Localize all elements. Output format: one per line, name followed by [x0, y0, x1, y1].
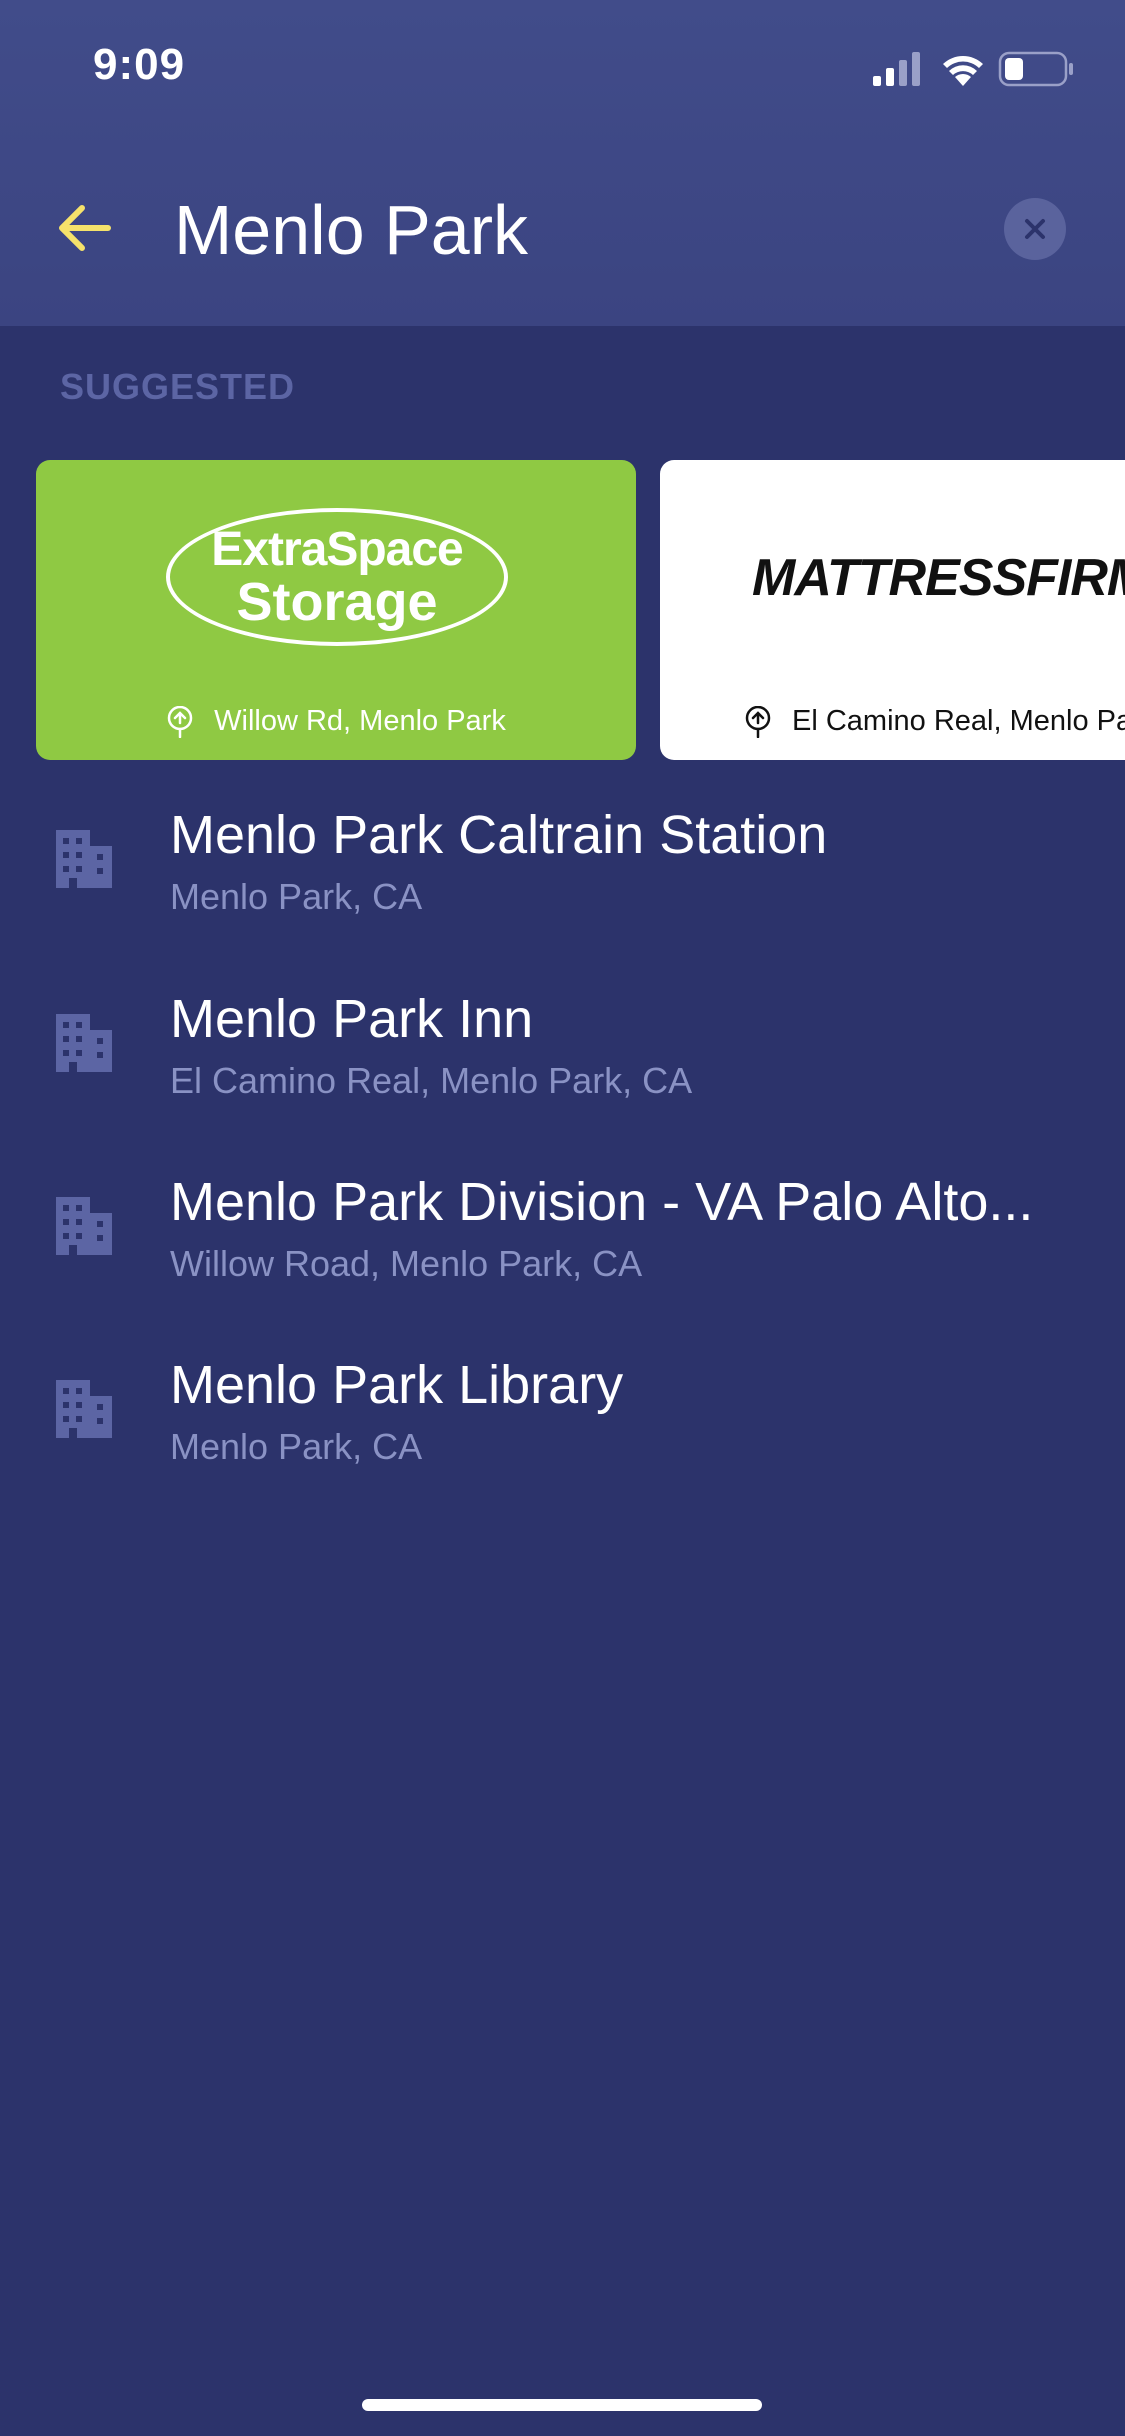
result-title: Menlo Park Library: [170, 1355, 624, 1415]
home-indicator[interactable]: [362, 2399, 762, 2411]
clear-search-button[interactable]: [1004, 198, 1066, 260]
building-icon: [56, 1380, 112, 1438]
suggested-card-mattressfirm[interactable]: MATTRESSFIRM El Camino Real, Menlo Park: [660, 460, 1125, 760]
wifi-icon: [943, 56, 983, 86]
building-icon: [56, 830, 112, 888]
result-subtitle: Menlo Park, CA: [170, 876, 423, 917]
result-title: Menlo Park Division - VA Palo Alto...: [170, 1172, 1034, 1232]
result-subtitle: Willow Road, Menlo Park, CA: [170, 1243, 643, 1284]
list-item[interactable]: Menlo Park Division - VA Palo Alto... Wi…: [0, 1171, 1125, 1331]
search-header: 9:09: [0, 0, 1125, 326]
result-subtitle: El Camino Real, Menlo Park, CA: [170, 1060, 693, 1101]
status-time: 9:09: [93, 40, 186, 89]
location-pin-icon: [167, 705, 193, 738]
battery-icon: [998, 51, 1073, 87]
close-icon: [1025, 219, 1045, 239]
card-location: El Camino Real, Menlo Park: [744, 705, 1125, 738]
building-icon: [56, 1197, 112, 1255]
building-icon: [56, 1014, 112, 1072]
section-title-suggested: SUGGESTED: [60, 366, 296, 407]
list-item[interactable]: Menlo Park Library Menlo Park, CA: [0, 1354, 1125, 1514]
back-arrow-icon[interactable]: [52, 196, 116, 260]
list-item[interactable]: Menlo Park Inn El Camino Real, Menlo Par…: [0, 988, 1125, 1148]
search-input[interactable]: [174, 182, 974, 278]
card-location: Willow Rd, Menlo Park: [36, 705, 636, 738]
status-icons: [873, 51, 1073, 87]
signal-icon: [873, 52, 920, 86]
list-item[interactable]: Menlo Park Caltrain Station Menlo Park, …: [0, 804, 1125, 964]
location-pin-icon: [745, 705, 771, 738]
result-title: Menlo Park Inn: [170, 989, 534, 1049]
mattressfirm-logo: MATTRESSFIRM: [752, 549, 1125, 607]
result-subtitle: Menlo Park, CA: [170, 1426, 423, 1467]
result-title: Menlo Park Caltrain Station: [170, 805, 828, 865]
suggested-card-extraspace[interactable]: ExtraSpace Storage Willow Rd, Menlo Park: [36, 460, 636, 760]
extraspace-logo: ExtraSpace Storage: [166, 508, 508, 646]
